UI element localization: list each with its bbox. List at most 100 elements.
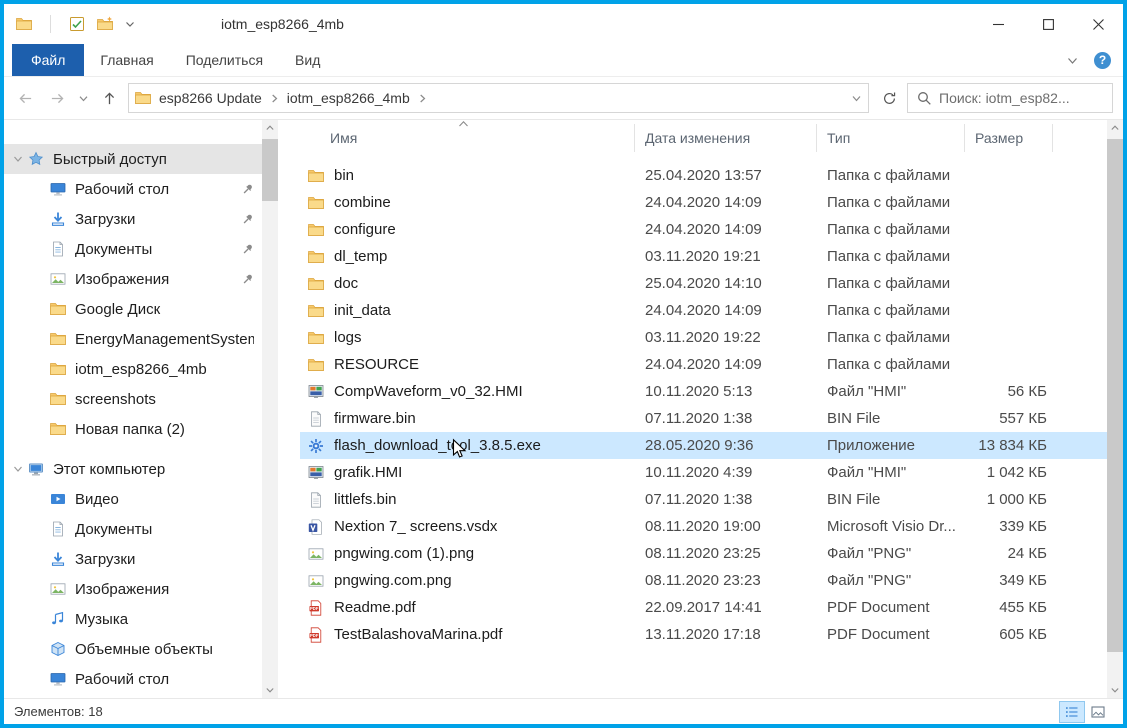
column-header-date[interactable]: Дата изменения xyxy=(635,124,817,152)
file-date: 03.11.2020 19:22 xyxy=(635,329,817,346)
main-scroll-track[interactable] xyxy=(1107,136,1123,682)
sidebar-item[interactable]: Видео xyxy=(4,484,262,514)
sidebar-item[interactable]: Музыка xyxy=(4,604,262,634)
sidebar-item[interactable]: Новая папка (2) xyxy=(4,414,262,444)
window-title: iotm_esp8266_4mb xyxy=(221,16,344,32)
sidebar-item[interactable]: Загрузки xyxy=(4,544,262,574)
sidebar-item[interactable]: iotm_esp8266_4mb xyxy=(4,354,262,384)
sidebar-item[interactable]: EnergyManagementSystemN xyxy=(4,324,262,354)
column-header-name[interactable]: Имя xyxy=(300,124,635,152)
file-size: 557 КБ xyxy=(965,410,1053,427)
file-row[interactable]: littlefs.bin07.11.2020 1:38BIN File1 000… xyxy=(300,486,1107,513)
folder-icon xyxy=(308,222,324,238)
file-name-cell: firmware.bin xyxy=(300,410,635,427)
sidebar-item[interactable]: Документы xyxy=(4,514,262,544)
expander-chevron-icon[interactable] xyxy=(10,464,26,474)
search-placeholder-text: Поиск: iotm_esp82... xyxy=(939,90,1070,106)
file-name-cell: RESOURCE xyxy=(300,356,635,373)
address-bar[interactable]: esp8266 Update iotm_esp8266_4mb xyxy=(128,83,869,113)
column-header-type[interactable]: Тип xyxy=(817,124,965,152)
file-name: combine xyxy=(334,194,391,211)
tab-file[interactable]: Файл xyxy=(12,44,84,76)
file-size: 1 000 КБ xyxy=(965,491,1053,508)
breadcrumb-item[interactable]: esp8266 Update xyxy=(154,90,267,106)
refresh-button[interactable] xyxy=(873,83,905,113)
maximize-button[interactable] xyxy=(1023,4,1073,44)
sidebar-item[interactable]: Объемные объекты xyxy=(4,634,262,664)
sidebar-item[interactable]: Google Диск xyxy=(4,294,262,324)
forward-button[interactable] xyxy=(42,83,72,113)
file-row[interactable]: combine24.04.2020 14:09Папка с файлами xyxy=(300,189,1107,216)
breadcrumb-chevron-icon[interactable] xyxy=(418,94,427,103)
tab-share[interactable]: Поделиться xyxy=(170,44,279,76)
file-row[interactable]: CompWaveform_v0_32.HMI10.11.2020 5:13Фай… xyxy=(300,378,1107,405)
titlebar: iotm_esp8266_4mb xyxy=(4,4,1123,44)
thispc-icon xyxy=(28,461,44,477)
details-view-button[interactable] xyxy=(1059,701,1085,723)
qat-customize-dropdown-icon[interactable] xyxy=(125,19,135,29)
file-row[interactable]: grafik.HMI10.11.2020 4:39Файл "HMI"1 042… xyxy=(300,459,1107,486)
sidebar-scrollbar[interactable] xyxy=(262,120,278,698)
file-row[interactable]: init_data24.04.2020 14:09Папка с файлами xyxy=(300,297,1107,324)
file-row[interactable]: Nextion 7_ screens.vsdx08.11.2020 19:00M… xyxy=(300,513,1107,540)
file-row[interactable]: dl_temp03.11.2020 19:21Папка с файлами xyxy=(300,243,1107,270)
main-scroll-thumb[interactable] xyxy=(1107,139,1123,652)
file-row[interactable]: logs03.11.2020 19:22Папка с файлами xyxy=(300,324,1107,351)
sidebar-scroll-track[interactable] xyxy=(262,136,278,682)
up-button[interactable] xyxy=(94,83,124,113)
tab-home[interactable]: Главная xyxy=(84,44,169,76)
file-row[interactable]: RESOURCE24.04.2020 14:09Папка с файлами xyxy=(300,351,1107,378)
sidebar-item[interactable]: Изображения xyxy=(4,264,262,294)
sidebar-item-label: Быстрый доступ xyxy=(53,151,254,168)
folder-icon xyxy=(308,168,324,184)
file-row[interactable]: configure24.04.2020 14:09Папка с файлами xyxy=(300,216,1107,243)
bin-icon xyxy=(308,492,324,508)
folder-icon xyxy=(50,301,66,317)
scroll-down-icon[interactable] xyxy=(1107,682,1123,698)
file-type: Приложение xyxy=(817,437,965,454)
file-date: 08.11.2020 23:25 xyxy=(635,545,817,562)
search-input[interactable]: Поиск: iotm_esp82... xyxy=(907,83,1113,113)
breadcrumb-chevron-icon[interactable] xyxy=(270,94,279,103)
breadcrumb-item[interactable]: iotm_esp8266_4mb xyxy=(282,90,415,106)
column-header-size[interactable]: Размер xyxy=(965,124,1053,152)
new-folder-icon[interactable] xyxy=(97,16,113,32)
address-dropdown-icon[interactable] xyxy=(851,93,862,104)
sidebar-item[interactable]: Этот компьютер xyxy=(4,454,262,484)
file-type: BIN File xyxy=(817,410,965,427)
file-row[interactable]: bin25.04.2020 13:57Папка с файлами xyxy=(300,162,1107,189)
help-button[interactable]: ? xyxy=(1094,52,1111,69)
main-scrollbar[interactable] xyxy=(1107,120,1123,698)
sidebar-item[interactable]: screenshots xyxy=(4,384,262,414)
file-row[interactable]: PDFReadme.pdf22.09.2017 14:41PDF Documen… xyxy=(300,594,1107,621)
file-row[interactable]: pngwing.com.png08.11.2020 23:23Файл "PNG… xyxy=(300,567,1107,594)
close-button[interactable] xyxy=(1073,4,1123,44)
documents-icon xyxy=(50,521,66,537)
scroll-up-icon[interactable] xyxy=(262,120,278,136)
scroll-up-icon[interactable] xyxy=(1107,120,1123,136)
sidebar-item[interactable]: Загрузки xyxy=(4,204,262,234)
qat-separator xyxy=(50,15,51,33)
sidebar-item[interactable]: Документы xyxy=(4,234,262,264)
file-row[interactable]: doc25.04.2020 14:10Папка с файлами xyxy=(300,270,1107,297)
recent-locations-button[interactable] xyxy=(74,83,92,113)
file-row[interactable]: firmware.bin07.11.2020 1:38BIN File557 К… xyxy=(300,405,1107,432)
sidebar-item[interactable]: Рабочий стол xyxy=(4,174,262,204)
sidebar-item[interactable]: Рабочий стол xyxy=(4,664,262,694)
file-row[interactable]: pngwing.com (1).png08.11.2020 23:25Файл … xyxy=(300,540,1107,567)
back-button[interactable] xyxy=(10,83,40,113)
expander-chevron-icon[interactable] xyxy=(10,154,26,164)
ribbon-expand-icon[interactable] xyxy=(1067,55,1078,66)
sidebar-item[interactable]: Быстрый доступ xyxy=(4,144,262,174)
sidebar-item[interactable]: Изображения xyxy=(4,574,262,604)
file-name-cell: configure xyxy=(300,221,635,238)
file-name: dl_temp xyxy=(334,248,387,265)
sidebar-scroll-thumb[interactable] xyxy=(262,139,278,201)
file-row[interactable]: PDFTestBalashovaMarina.pdf13.11.2020 17:… xyxy=(300,621,1107,648)
scroll-down-icon[interactable] xyxy=(262,682,278,698)
tab-view[interactable]: Вид xyxy=(279,44,336,76)
properties-icon[interactable] xyxy=(69,16,85,32)
minimize-button[interactable] xyxy=(973,4,1023,44)
file-row[interactable]: flash_download_tool_3.8.5.exe28.05.2020 … xyxy=(300,432,1107,459)
thumbnails-view-button[interactable] xyxy=(1085,701,1111,723)
